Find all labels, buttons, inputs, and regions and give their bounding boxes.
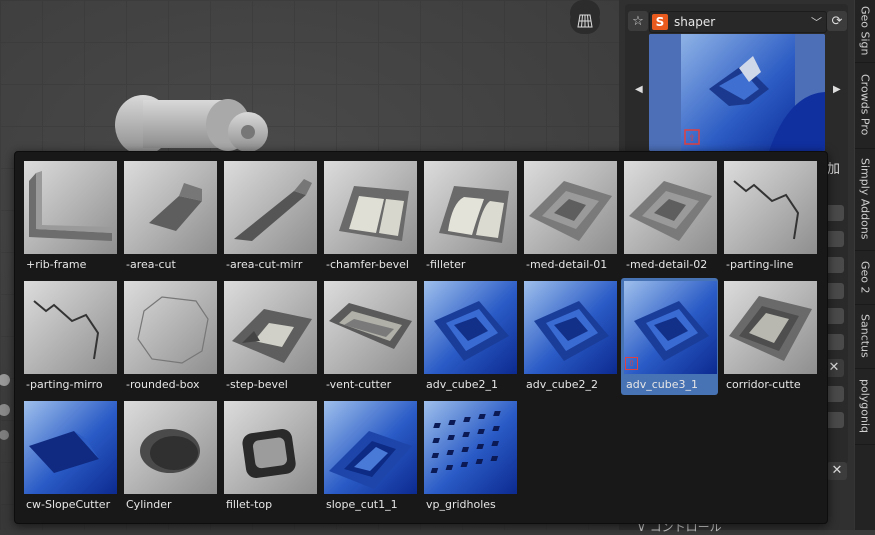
tab-label: polygoniq <box>858 378 872 433</box>
asset-tile[interactable]: adv_cube2_2 <box>521 278 618 395</box>
tab-geo-sign[interactable]: Geo Sign <box>855 0 875 63</box>
asset-browser-popup: +rib-frame -area-cut -area-cut-mirr -chamfe… <box>14 151 828 524</box>
refresh-icon: ⟳ <box>831 13 843 29</box>
tab-label: Crowds Pro <box>858 74 872 136</box>
asset-tile[interactable]: -step-bevel <box>221 278 318 395</box>
asset-tile[interactable]: -parting-line <box>721 158 818 275</box>
tab-label: Simply Addons <box>858 158 872 240</box>
asset-tile[interactable]: -area-cut-mirr <box>221 158 318 275</box>
add-label: 加 <box>827 162 841 177</box>
asset-label: -med-detail-02 <box>626 258 708 271</box>
previous-asset-arrow-icon[interactable]: ◀ <box>635 84 643 95</box>
corridor-thumb <box>724 281 817 374</box>
asset-label: -chamfer-bevel <box>326 258 409 271</box>
filleter-thumb <box>424 161 517 254</box>
sidebar-tabs: Geo Sign Crowds Pro Simply Addons Geo 2 … <box>855 0 875 530</box>
asset-label: -area-cut <box>126 258 176 271</box>
cylinder-thumb <box>124 401 217 494</box>
chevron-down-icon: ﹀ <box>811 16 822 29</box>
next-asset-arrow-icon[interactable]: ▶ <box>833 84 841 95</box>
asset-label: -med-detail-01 <box>526 258 608 271</box>
asset-tile[interactable]: fillet-top <box>221 398 318 515</box>
area-cut-thumb <box>124 161 217 254</box>
blue-cube-thumb <box>524 281 617 374</box>
asset-label: -vent-cutter <box>326 378 392 391</box>
asset-label: adv_cube2_1 <box>426 378 498 391</box>
asset-tile[interactable]: -med-detail-02 <box>621 158 718 275</box>
asset-label: cw-SlopeCutter <box>26 498 111 511</box>
asset-label: -parting-mirro <box>26 378 103 391</box>
slope-cutter-thumb <box>24 401 117 494</box>
asset-tile[interactable]: -filleter <box>421 158 518 275</box>
asset-label: +rib-frame <box>26 258 87 271</box>
asset-label: adv_cube2_2 <box>526 378 598 391</box>
asset-preview[interactable]: ⇧ <box>649 34 825 151</box>
rounded-box-thumb <box>124 281 217 374</box>
library-select[interactable]: S shaper ﹀ <box>649 11 827 33</box>
linked-asset-icon: ⇧ <box>625 357 638 370</box>
shaper-logo-icon: S <box>652 14 668 30</box>
asset-tile[interactable]: -med-detail-01 <box>521 158 618 275</box>
asset-tile[interactable]: slope_cut1_1 <box>321 398 418 515</box>
favorite-button[interactable]: ☆ <box>628 11 648 31</box>
tab-label: Geo Sign <box>858 6 872 56</box>
med-detail-thumb <box>624 161 717 254</box>
tab-simply-addons[interactable]: Simply Addons <box>855 148 875 251</box>
asset-label: -filleter <box>426 258 466 271</box>
asset-tile[interactable]: vp_gridholes <box>421 398 518 515</box>
asset-tile[interactable]: -vent-cutter <box>321 278 418 395</box>
asset-label: -parting-line <box>726 258 794 271</box>
area-cut-mirror-thumb <box>224 161 317 254</box>
asset-label: corridor-cutte <box>726 378 801 391</box>
fillet-top-thumb <box>224 401 317 494</box>
asset-tile[interactable]: -parting-mirro <box>21 278 118 395</box>
gridholes-thumb <box>424 401 517 494</box>
asset-label: -area-cut-mirr <box>226 258 303 271</box>
close-icon[interactable]: ✕ <box>827 462 847 480</box>
asset-tile[interactable]: -area-cut <box>121 158 218 275</box>
asset-tile[interactable]: corridor-cutte <box>721 278 818 395</box>
library-select-label: shaper <box>674 15 716 29</box>
tab-label: Geo 2 <box>858 260 872 294</box>
rib-frame-thumb <box>24 161 117 254</box>
asset-tile[interactable]: +rib-frame <box>21 158 118 275</box>
chamfer-bevel-thumb <box>324 161 417 254</box>
asset-label: -step-bevel <box>226 378 288 391</box>
viewport-3d-model <box>115 95 268 155</box>
asset-label: slope_cut1_1 <box>326 498 398 511</box>
asset-label: fillet-top <box>226 498 273 511</box>
grid-perspective-icon <box>577 14 593 28</box>
parting-line-thumb <box>24 281 117 374</box>
tab-polygoniq[interactable]: polygoniq <box>855 368 875 445</box>
viewport-left-object <box>0 374 10 440</box>
asset-label: Cylinder <box>126 498 172 511</box>
asset-label: -rounded-box <box>126 378 200 391</box>
tab-sanctus[interactable]: Sanctus <box>855 304 875 369</box>
asset-tile[interactable]: adv_cube2_1 <box>421 278 518 395</box>
med-detail-thumb <box>524 161 617 254</box>
asset-tile[interactable]: cw-SlopeCutter <box>21 398 118 515</box>
parting-line-thumb <box>724 161 817 254</box>
vent-cutter-thumb <box>324 281 417 374</box>
asset-tile[interactable]: ⇧ adv_cube3_1 <box>621 278 718 395</box>
tab-label: Sanctus <box>858 314 872 358</box>
tab-geo-2[interactable]: Geo 2 <box>855 250 875 305</box>
perspective-grid-button[interactable] <box>570 8 600 34</box>
asset-preview-image: ⇧ <box>649 34 825 151</box>
asset-label: adv_cube3_1 <box>626 378 698 391</box>
asset-tile[interactable]: -rounded-box <box>121 278 218 395</box>
svg-text:⇧: ⇧ <box>688 134 696 144</box>
step-bevel-thumb <box>224 281 317 374</box>
slope-cut-thumb <box>324 401 417 494</box>
tab-crowds-pro[interactable]: Crowds Pro <box>855 62 875 149</box>
asset-tile[interactable]: Cylinder <box>121 398 218 515</box>
blue-cube-thumb <box>424 281 517 374</box>
asset-label: vp_gridholes <box>426 498 496 511</box>
asset-tile[interactable]: -chamfer-bevel <box>321 158 418 275</box>
star-icon: ☆ <box>632 13 644 29</box>
refresh-button[interactable]: ⟳ <box>827 11 847 31</box>
